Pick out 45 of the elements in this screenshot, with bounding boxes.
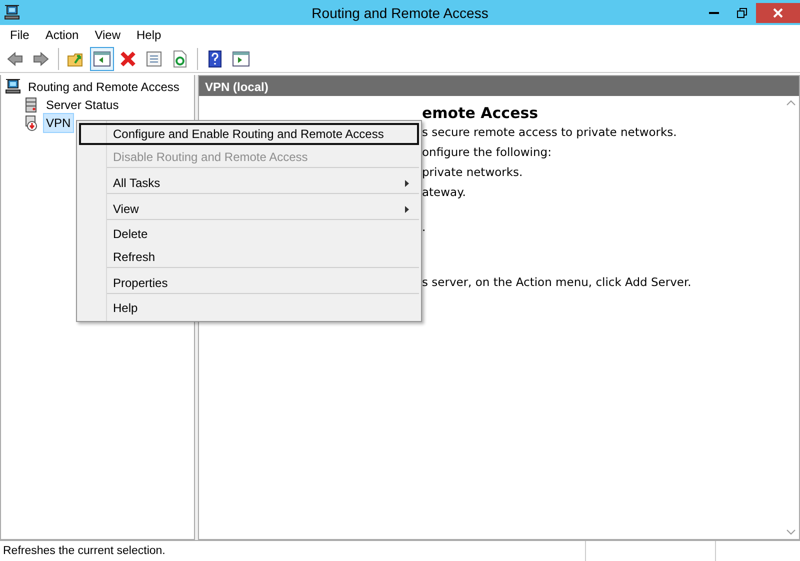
menu-item[interactable]: File: [2, 26, 38, 44]
menu-item[interactable]: Help: [79, 297, 419, 319]
tree-item[interactable]: Routing and Remote Access: [25, 77, 182, 97]
toolbar-button[interactable]: [90, 46, 114, 70]
pane-text: onfigure the following:: [422, 145, 552, 160]
tree-pane-icon: [93, 50, 111, 68]
pane-header: VPN (local): [199, 76, 799, 96]
help-icon: [206, 50, 224, 68]
vpn-server-icon: [23, 115, 39, 131]
scroll-down-icon[interactable]: [786, 529, 796, 535]
submenu-arrow-icon: [405, 206, 409, 212]
menu-item[interactable]: View: [86, 26, 128, 44]
server-icon: [5, 79, 21, 95]
app-icon: [4, 4, 20, 20]
properties-icon: [145, 50, 163, 68]
pane-text: ateway.: [422, 185, 467, 200]
menu-item[interactable]: All Tasks: [79, 171, 419, 195]
close-button[interactable]: [756, 2, 800, 22]
menu-item[interactable]: Help: [128, 26, 170, 44]
forward-arrow-icon: [32, 50, 50, 68]
pane-text: s server, on the Action menu, click Add Server.: [422, 275, 692, 290]
tree-item[interactable]: Server Status: [43, 95, 122, 115]
close-icon: [773, 8, 783, 18]
restore-icon: [737, 8, 747, 18]
action-pane-icon: [232, 50, 250, 68]
minimize-icon: [709, 12, 719, 14]
scroll-up-icon[interactable]: [786, 100, 796, 106]
menu-item[interactable]: Action: [37, 26, 87, 44]
window-title: Routing and Remote Access: [310, 4, 490, 23]
menu-item[interactable]: Configure and Enable Routing and Remote Access: [79, 123, 419, 145]
pane-heading: emote Access: [422, 104, 540, 122]
server-stack-icon: [23, 97, 39, 113]
status-text: Refreshes the current selection.: [2, 544, 166, 559]
menu-item[interactable]: View: [79, 197, 419, 221]
menu-item[interactable]: Delete: [79, 223, 419, 245]
menu-item[interactable]: Refresh: [79, 245, 419, 269]
menu-item[interactable]: Properties: [79, 271, 419, 295]
submenu-arrow-icon: [405, 180, 409, 186]
delete-icon: [119, 50, 137, 68]
back-arrow-icon: [6, 50, 24, 68]
pane-text: s secure remote access to private networks.: [422, 125, 678, 140]
pane-text: private networks.: [422, 165, 524, 180]
pane-text: .: [422, 220, 427, 235]
tree-item[interactable]: VPN: [43, 113, 74, 133]
refresh-icon: [171, 50, 189, 68]
